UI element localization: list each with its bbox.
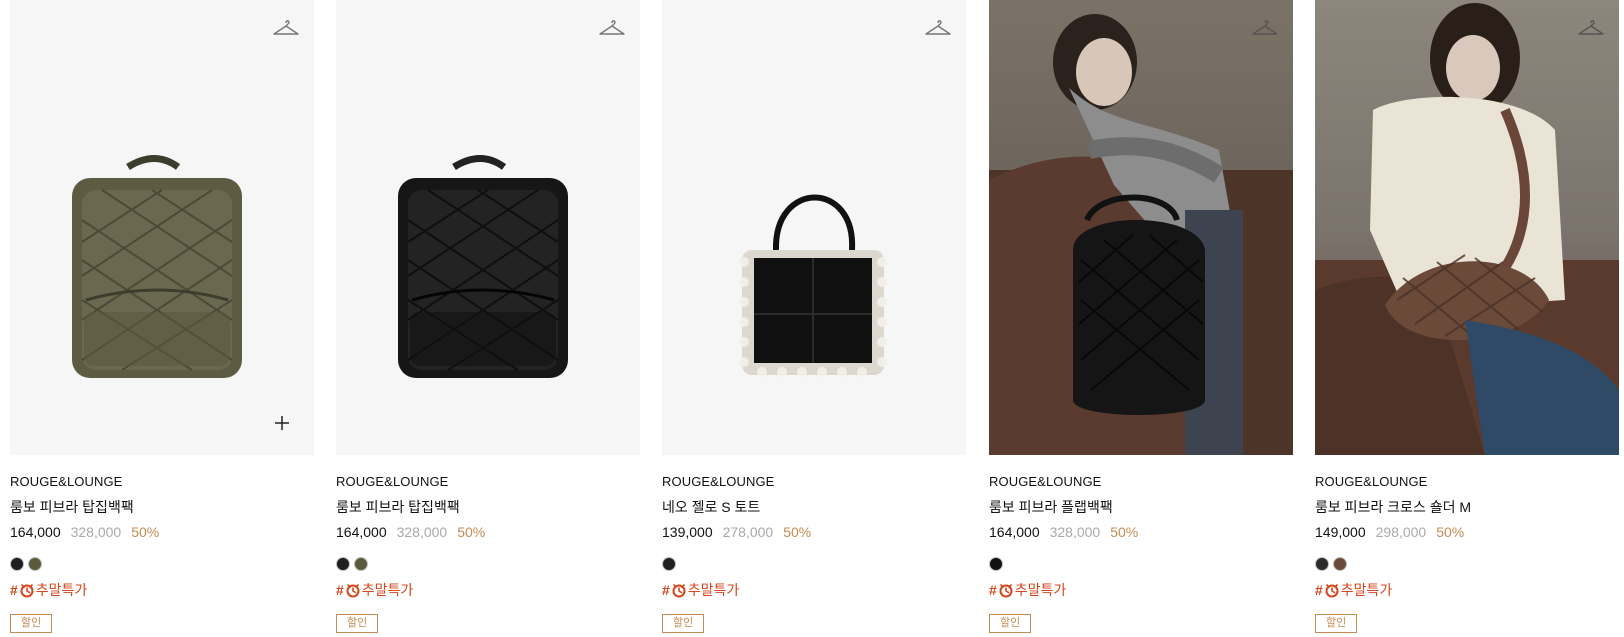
color-swatches xyxy=(989,557,1293,573)
original-price: 328,000 xyxy=(396,524,448,540)
hash-symbol: # xyxy=(336,582,344,598)
product-card[interactable]: ROUGE&LOUNGE 룸보 피브라 플랩백팩 164,000 328,000… xyxy=(989,0,1293,637)
alarm-clock-icon xyxy=(672,584,686,598)
brand-name: ROUGE&LOUNGE xyxy=(10,474,123,489)
weekend-sale-tag[interactable]: # 추말특가 xyxy=(662,581,966,599)
brand-name: ROUGE&LOUNGE xyxy=(336,474,449,489)
color-swatches xyxy=(662,557,966,573)
brand-name: ROUGE&LOUNGE xyxy=(662,474,775,489)
color-swatch-olive[interactable] xyxy=(28,557,42,571)
color-swatch-black[interactable] xyxy=(1315,557,1329,571)
weekend-sale-tag[interactable]: # 추말특가 xyxy=(989,581,1293,599)
hanger-icon[interactable] xyxy=(1577,16,1605,40)
price-row: 164,000 328,000 50% xyxy=(989,523,1293,541)
brand-name: ROUGE&LOUNGE xyxy=(989,474,1102,489)
product-name[interactable]: 룸보 피브라 플랩백팩 xyxy=(989,498,1293,516)
color-swatch-black[interactable] xyxy=(989,557,1003,571)
color-swatch-olive[interactable] xyxy=(354,557,368,571)
hanger-icon[interactable] xyxy=(924,16,952,40)
product-image[interactable] xyxy=(989,0,1293,455)
alarm-clock-icon xyxy=(999,584,1013,598)
discount-rate: 50% xyxy=(1110,524,1139,540)
product-card[interactable]: ROUGE&LOUNGE 룸보 피브라 탑집백팩 164,000 328,000… xyxy=(336,0,640,637)
product-card[interactable]: ROUGE&LOUNGE 룸보 피브라 크로스 숄더 M 149,000 298… xyxy=(1315,0,1619,637)
weekend-sale-tag[interactable]: # 추말특가 xyxy=(336,581,640,599)
product-card[interactable]: ROUGE&LOUNGE 룸보 피브라 탑집백팩 164,000 328,000… xyxy=(10,0,314,637)
hash-symbol: # xyxy=(1315,582,1323,598)
brand-name: ROUGE&LOUNGE xyxy=(1315,474,1428,489)
model-brown-cross-shoulder-image xyxy=(1315,3,1619,455)
hash-symbol: # xyxy=(662,582,670,598)
price-row: 149,000 298,000 50% xyxy=(1315,523,1619,541)
discount-rate: 50% xyxy=(783,524,812,540)
price-row: 139,000 278,000 50% xyxy=(662,523,966,541)
sale-price: 164,000 xyxy=(989,524,1040,540)
hanger-icon[interactable] xyxy=(272,16,300,40)
price-row: 164,000 328,000 50% xyxy=(336,523,640,541)
hash-symbol: # xyxy=(10,582,18,598)
product-name[interactable]: 룸보 피브라 탑집백팩 xyxy=(336,498,640,516)
product-name[interactable]: 네오 젤로 S 토트 xyxy=(662,498,966,516)
hanger-icon[interactable] xyxy=(598,16,626,40)
product-image[interactable] xyxy=(336,0,640,455)
color-swatches xyxy=(1315,557,1619,573)
original-price: 298,000 xyxy=(1375,524,1427,540)
model-black-flap-backpack-image xyxy=(989,14,1293,455)
weekend-sale-label: 추말특가 xyxy=(35,582,88,598)
alarm-clock-icon xyxy=(346,584,360,598)
color-swatch-black[interactable] xyxy=(662,557,676,571)
product-card[interactable]: ROUGE&LOUNGE 네오 젤로 S 토트 139,000 278,000 … xyxy=(662,0,966,637)
color-swatch-black[interactable] xyxy=(336,557,350,571)
weekend-sale-label: 추말특가 xyxy=(1014,582,1067,598)
sale-price: 164,000 xyxy=(10,524,61,540)
alarm-clock-icon xyxy=(20,584,34,598)
color-swatches xyxy=(10,557,314,573)
product-name[interactable]: 룸보 피브라 크로스 숄더 M xyxy=(1315,498,1619,516)
sale-price: 164,000 xyxy=(336,524,387,540)
original-price: 328,000 xyxy=(70,524,122,540)
hanger-icon[interactable] xyxy=(1251,16,1279,40)
original-price: 278,000 xyxy=(722,524,774,540)
sale-price: 149,000 xyxy=(1315,524,1366,540)
color-swatches xyxy=(336,557,640,573)
color-swatch-brown[interactable] xyxy=(1333,557,1347,571)
sale-price: 139,000 xyxy=(662,524,713,540)
weekend-sale-tag[interactable]: # 추말특가 xyxy=(10,581,314,599)
discount-badge[interactable]: 할인 xyxy=(662,614,705,633)
product-grid: ROUGE&LOUNGE 룸보 피브라 탑집백팩 164,000 328,000… xyxy=(0,0,1624,637)
discount-rate: 50% xyxy=(1436,524,1465,540)
color-swatch-black[interactable] xyxy=(10,557,24,571)
weekend-sale-tag[interactable]: # 추말특가 xyxy=(1315,581,1619,599)
discount-rate: 50% xyxy=(131,524,160,540)
product-image[interactable] xyxy=(662,0,966,455)
product-name[interactable]: 룸보 피브라 탑집백팩 xyxy=(10,498,314,516)
weekend-sale-label: 추말특가 xyxy=(687,582,740,598)
product-image[interactable] xyxy=(1315,0,1619,455)
discount-badge[interactable]: 할인 xyxy=(1315,614,1358,633)
original-price: 328,000 xyxy=(1049,524,1101,540)
weekend-sale-label: 추말특가 xyxy=(361,582,414,598)
discount-badge[interactable]: 할인 xyxy=(336,614,379,633)
price-row: 164,000 328,000 50% xyxy=(10,523,314,541)
hash-symbol: # xyxy=(989,582,997,598)
black-tote-shearling-image xyxy=(739,194,887,377)
black-quilted-backpack-image xyxy=(398,155,568,378)
olive-quilted-backpack-image xyxy=(72,155,242,378)
discount-badge[interactable]: 할인 xyxy=(10,614,53,633)
discount-rate: 50% xyxy=(457,524,486,540)
discount-badge[interactable]: 할인 xyxy=(989,614,1032,633)
product-image[interactable] xyxy=(10,0,314,455)
alarm-clock-icon xyxy=(1325,584,1339,598)
plus-icon[interactable] xyxy=(274,415,290,431)
weekend-sale-label: 추말특가 xyxy=(1340,582,1393,598)
